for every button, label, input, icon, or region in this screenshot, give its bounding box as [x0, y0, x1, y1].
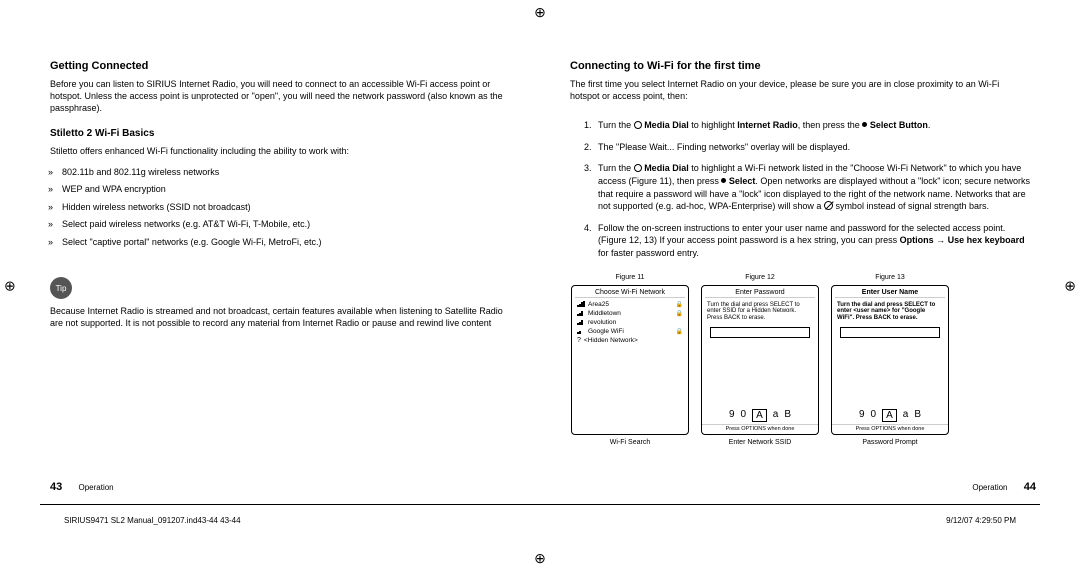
lock-icon: 🔒 [676, 328, 683, 335]
signal-icon [577, 301, 585, 307]
list-item: Follow the on-screen instructions to ent… [594, 219, 1030, 266]
lock-icon: 🔒 [676, 310, 683, 317]
signal-icon [577, 328, 585, 334]
network-row: Google WiFi🔒 [575, 327, 685, 336]
device-screen: Enter Password Turn the dial and press S… [701, 285, 819, 435]
heading-getting-connected: Getting Connected [50, 60, 510, 72]
signal-icon [577, 310, 585, 316]
list-item: Turn the Media Dial to highlight a Wi-Fi… [594, 159, 1030, 218]
figure-caption: Figure 11 [615, 274, 644, 281]
figure-caption: Figure 13 [875, 274, 905, 281]
device-title: Enter Password [705, 289, 815, 298]
footer-left: 43 Operation [50, 481, 114, 493]
network-row: Middletown🔒 [575, 309, 685, 318]
registration-mark-icon: ⊕ [4, 277, 16, 294]
registration-mark-icon: ⊕ [534, 4, 546, 21]
figure-caption: Figure 12 [745, 274, 775, 281]
device-body: Turn the dial and press SELECT to enter … [705, 300, 815, 324]
unsupported-icon [824, 201, 833, 210]
figure-12: Figure 12 Enter Password Turn the dial a… [700, 274, 820, 446]
device-input [710, 327, 810, 338]
registration-mark-icon: ⊕ [534, 550, 546, 567]
device-title: Enter User Name [835, 289, 945, 298]
figure-caption: Password Prompt [862, 439, 917, 446]
network-row: revolution [575, 318, 685, 327]
figure-caption: Enter Network SSID [729, 439, 792, 446]
device-body: Turn the dial and press SELECT to enter … [835, 300, 945, 324]
dial-icon [634, 164, 642, 172]
tip-badge: Tip [50, 277, 72, 299]
list-item: Select "captive portal" networks (e.g. G… [62, 234, 510, 252]
section-label: Operation [972, 483, 1007, 492]
footer-right: Operation 44 [972, 481, 1036, 493]
figure-caption: Wi-Fi Search [610, 439, 650, 446]
dial-icon [634, 121, 642, 129]
device-footer: Press OPTIONS when done [702, 424, 818, 434]
device-screen: Choose Wi-Fi Network Area25🔒 Middletown🔒… [571, 285, 689, 435]
page-left: Getting Connected Before you can listen … [20, 60, 540, 490]
list-item: Select paid wireless networks (e.g. AT&T… [62, 216, 510, 234]
footer-rule [40, 504, 1040, 505]
list-item: Hidden wireless networks (SSID not broad… [62, 199, 510, 217]
registration-mark-icon: ⊕ [1064, 277, 1076, 294]
list-item: Turn the Media Dial to highlight Interne… [594, 116, 1030, 138]
print-meta-right: 9/12/07 4:29:50 PM [946, 516, 1016, 525]
feature-list: 802.11b and 802.11g wireless networks WE… [50, 164, 510, 252]
figure-11: Figure 11 Choose Wi-Fi Network Area25🔒 M… [570, 274, 690, 446]
list-item: WEP and WPA encryption [62, 181, 510, 199]
paragraph: Stiletto offers enhanced Wi-Fi functiona… [50, 145, 510, 157]
page-right: Connecting to Wi-Fi for the first time T… [540, 60, 1060, 490]
device-input [840, 327, 940, 338]
device-title: Choose Wi-Fi Network [575, 289, 685, 298]
page-number: 44 [1024, 481, 1036, 493]
section-label: Operation [78, 483, 113, 492]
steps-list: Turn the Media Dial to highlight Interne… [570, 116, 1030, 265]
heading-connecting: Connecting to Wi-Fi for the first time [570, 60, 1030, 72]
network-row: Area25🔒 [575, 300, 685, 309]
print-meta-left: SIRIUS9471 SL2 Manual_091207.ind43-44 43… [64, 516, 241, 525]
page-number: 43 [50, 481, 62, 493]
unknown-icon: ? [577, 337, 581, 344]
lock-icon: 🔒 [676, 301, 683, 308]
heading-wifi-basics: Stiletto 2 Wi-Fi Basics [50, 128, 510, 139]
device-keys: 9 0 A a B [702, 403, 818, 424]
paragraph: The first time you select Internet Radio… [570, 78, 1030, 102]
list-item: 802.11b and 802.11g wireless networks [62, 164, 510, 182]
paragraph: Before you can listen to SIRIUS Internet… [50, 78, 510, 114]
figures-row: Figure 11 Choose Wi-Fi Network Area25🔒 M… [570, 274, 1030, 446]
network-row: ?<Hidden Network> [575, 336, 685, 345]
figure-13: Figure 13 Enter User Name Turn the dial … [830, 274, 950, 446]
tip-body: Because Internet Radio is streamed and n… [50, 305, 510, 329]
device-screen: Enter User Name Turn the dial and press … [831, 285, 949, 435]
list-item: The "Please Wait... Finding networks" ov… [594, 138, 1030, 160]
device-footer: Press OPTIONS when done [832, 424, 948, 434]
signal-icon [577, 319, 585, 325]
device-keys: 9 0 A a B [832, 403, 948, 424]
